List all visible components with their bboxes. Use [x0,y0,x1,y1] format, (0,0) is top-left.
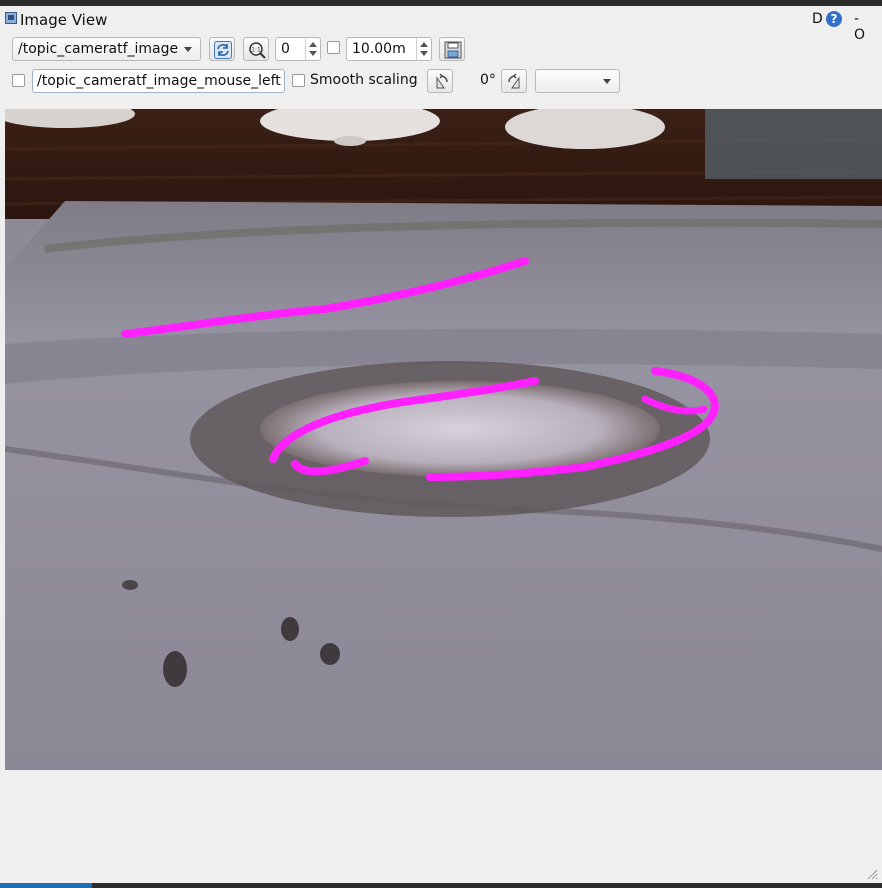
mouse-topic-field-value: /topic_cameratf_image_mouse_left [37,73,281,89]
rotate-left-button[interactable] [427,69,453,93]
svg-text:1:1: 1:1 [251,47,261,54]
smooth-scaling-label: Smooth scaling [310,72,418,88]
max-range-spinbox-value: 10.00m [352,41,406,57]
chevron-down-icon [184,47,192,52]
chevron-down-icon [309,51,317,56]
mouse-publish-checkbox[interactable] [12,74,25,87]
smooth-scaling-checkbox[interactable] [292,74,305,87]
zoom-reset-button[interactable]: 1:1 [243,37,269,61]
spin-arrows[interactable] [305,38,320,60]
app-icon [5,12,17,24]
rotation-spinbox[interactable]: 0 [275,37,321,61]
color-scheme-select[interactable] [535,69,620,93]
bowl-foot [334,136,366,146]
window-controls[interactable]: - O [854,11,882,43]
chevron-up-icon [309,42,317,47]
help-d-label[interactable]: D [812,11,823,27]
screen-bottom-bar [0,883,882,888]
save-image-icon [444,41,462,59]
rotation-label: 0° [480,72,496,88]
image-view-window: Image View D ? - O /topic_cameratf_image… [0,6,882,883]
stone [122,580,138,590]
topic-select-value: /topic_cameratf_image [18,41,179,57]
rotate-cw-icon [508,73,520,89]
stone [163,651,187,687]
spin-arrows[interactable] [416,38,431,60]
rotation-spinbox-value: 0 [281,41,290,57]
zoom-reset-icon: 1:1 [249,42,266,59]
rotate-right-button[interactable] [501,69,527,93]
window-title: Image View [20,11,108,29]
rate-checkbox[interactable] [327,41,340,54]
image-viewport[interactable] [5,109,882,770]
refresh-button[interactable] [209,37,235,61]
title-bar: Image View D ? - O [0,6,882,43]
chevron-down-icon [420,51,428,56]
mouse-topic-field[interactable]: /topic_cameratf_image_mouse_left [32,69,285,93]
stone [320,643,340,665]
save-image-button[interactable] [439,37,465,61]
max-range-spinbox[interactable]: 10.00m [346,37,432,61]
bag-right [705,109,882,179]
stone [281,617,299,641]
help-icon[interactable]: ? [826,11,842,27]
camera-image[interactable] [5,109,882,770]
chevron-down-icon [603,79,611,84]
taskbar-accent [0,883,92,888]
rotate-ccw-icon [436,73,448,89]
topic-select[interactable]: /topic_cameratf_image [12,37,201,61]
chevron-up-icon [420,42,428,47]
resize-grip-icon[interactable] [866,868,878,880]
refresh-icon [214,41,232,59]
